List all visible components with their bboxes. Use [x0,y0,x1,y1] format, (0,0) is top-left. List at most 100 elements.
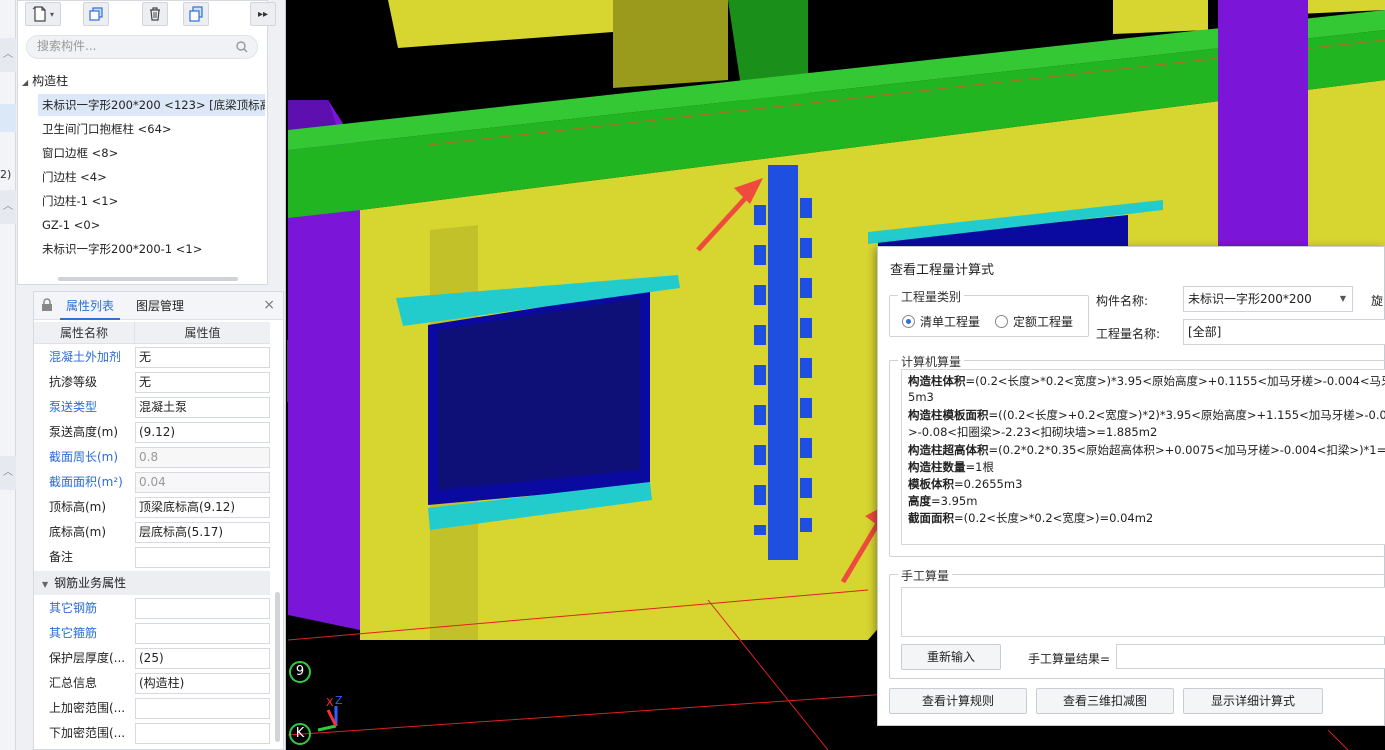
column-header-value: 属性值 [184,326,221,340]
new-component-button[interactable]: ▾ [25,2,61,26]
property-name: 泵送高度(m) [49,425,119,439]
lock-icon[interactable] [41,298,53,312]
property-row: 其它箍筋 [34,621,270,646]
property-tabs: 属性列表 图层管理 × [34,292,283,320]
duplicate-button[interactable] [183,2,209,26]
search-box [26,35,258,59]
property-name: 其它箍筋 [49,626,98,640]
copy-button[interactable] [83,2,109,26]
column-header-name: 属性名称 [34,322,135,344]
component-name-label: 构件名称: [1096,294,1149,308]
calc-line: 模板体积=0.2655m3 [908,477,1023,491]
property-name: 混凝土外加剂 [49,350,122,364]
axis-number-k: K [289,723,311,745]
calc-line: 构造柱数量=1根 [908,460,994,474]
property-value[interactable] [135,547,270,568]
tab-layer-management[interactable]: 图层管理 [130,292,190,320]
property-name: 抗渗等级 [49,375,98,389]
floor-grid-line-4 [1327,729,1349,750]
property-value[interactable] [135,723,270,744]
property-value[interactable]: 顶梁底标高(9.12) [135,497,270,518]
manual-calc-legend: 手工算量 [898,567,953,584]
property-value[interactable] [135,623,270,644]
property-value[interactable]: 无 [135,347,270,368]
property-value[interactable]: 无 [135,372,270,393]
property-value[interactable] [135,598,270,619]
manual-result-field[interactable] [1116,644,1385,669]
dialog-title: 查看工程量计算式 [890,263,995,278]
tree-item[interactable]: 未标识一字形200*200-1 <1> [38,238,202,260]
manual-calc-input[interactable] [901,587,1385,637]
rail-selected-item[interactable] [0,104,16,132]
calc-formula-box[interactable]: 构造柱体积=(0.2<长度>*0.2<宽度>)*3.95<原始高度>+0.115… [901,369,1385,545]
tree-item[interactable]: 窗口边框 <8> [38,142,118,164]
property-row: 其它钢筋 [34,596,270,621]
upper-wall-block [388,0,613,48]
property-name: 保护层厚度(... [49,651,126,665]
quantity-name-select[interactable]: [全部] [1183,319,1385,345]
tree-item[interactable]: 门边柱 <4> [38,166,107,188]
tree-root-node[interactable]: ◢ 构造柱 [22,72,68,89]
tree-item[interactable]: 门边柱-1 <1> [38,190,118,212]
property-value[interactable]: 混凝土泵 [135,397,270,418]
property-value[interactable]: (构造柱) [135,673,270,694]
calc-line: 构造柱超高体积=(0.2*0.2*0.35<原始超高体积>+0.0075<加马牙… [908,443,1385,457]
property-row: 截面面积(m²) 0.04 [34,470,270,495]
radio-selected-icon[interactable] [902,315,915,328]
tree-item[interactable]: GZ-1 <0> [38,214,100,236]
rail-collapse-up-icon-2[interactable]: ︿ [0,190,16,224]
radio-quota-quantity[interactable]: 定额工程量 [995,313,1073,330]
property-vertical-scrollbar[interactable] [275,592,280,742]
property-row: 抗渗等级 无 [34,370,270,395]
upper-wall-side [613,0,728,88]
tab-property-list[interactable]: 属性列表 [60,292,121,320]
view-3d-deduction-button[interactable]: 查看三维扣减图 [1036,688,1174,714]
calc-line: >-0.08<扣圈梁>-2.23<扣砌块墙>=1.885m2 [908,425,1158,439]
more-toolbar-button[interactable]: ▸▸ [250,2,276,26]
calc-line: 构造柱模板面积=((0.2<长度>+0.2<宽度>)*2)*3.95<原始高度>… [908,408,1385,422]
manual-result-label: 手工算量结果= [1028,652,1111,666]
left-rail: ︿ 2) ︿ ︿ [0,0,16,750]
reenter-button[interactable]: 重新输入 [901,644,1001,670]
property-row: 汇总信息 (构造柱) [34,671,270,696]
search-input[interactable] [37,39,227,53]
property-value[interactable] [135,698,270,719]
trash-icon [150,7,160,21]
property-value[interactable]: (9.12) [135,422,270,443]
property-name: 上加密范围(... [49,701,126,715]
tree-item[interactable]: 卫生间门口抱框柱 <64> [38,118,172,140]
tree-horizontal-scrollbar[interactable] [58,277,238,281]
property-value[interactable]: (25) [135,648,270,669]
delete-button[interactable] [142,2,168,26]
quantity-name-label: 工程量名称: [1096,327,1161,341]
property-panel: 属性列表 图层管理 × 属性名称 属性值 混凝土外加剂 无 抗渗等级 无 泵送类… [33,291,284,750]
show-detailed-formula-button[interactable]: 显示详细计算式 [1183,688,1323,714]
tree-item[interactable]: 未标识一字形200*200 <123> [底梁顶标高 [38,94,265,116]
copy-icon [89,7,103,21]
radio-unselected-icon[interactable] [995,315,1008,328]
property-value[interactable]: 层底标高(5.17) [135,522,270,543]
property-name: 下加密范围(... [49,726,126,740]
property-row: 备注 [34,545,270,570]
rebar-property-group[interactable]: ▼ 钢筋业务属性 [34,571,270,595]
close-icon[interactable]: × [263,297,275,313]
calc-line: 截面面积=(0.2<长度>*0.2<宽度>)=0.04m2 [908,511,1154,525]
rail-collapse-up-icon[interactable]: ︿ [0,38,16,72]
expand-arrow-icon[interactable]: ◢ [22,78,28,87]
radio-list-quantity[interactable]: 清单工程量 [902,313,980,330]
rail-collapse-up-icon-3[interactable]: ︿ [0,456,16,490]
quantity-category-group: 工程量类别 清单工程量 定额工程量 [889,288,1089,337]
component-name-select[interactable]: 未标识一字形200*200 ▼ [1183,286,1353,312]
search-icon[interactable] [235,40,249,54]
expand-arrow-icon[interactable]: ▼ [42,580,48,589]
property-value: 0.04 [135,472,270,493]
view-calc-rules-button[interactable]: 查看计算规则 [889,688,1027,714]
svg-text:X: X [326,696,334,709]
property-row: 下加密范围(... [34,721,270,746]
property-name: 截面周长(m) [49,450,119,464]
property-row: 混凝土外加剂 无 [34,345,270,370]
calc-line: 构造柱体积=(0.2<长度>*0.2<宽度>)*3.95<原始高度>+0.115… [908,374,1385,388]
property-name: 备注 [49,550,74,564]
property-name: 顶标高(m) [49,500,107,514]
component-tree-panel: ▾ ▸▸ ◢ 构造柱 未标识一字形200*200 <123> [底梁顶标高 卫生间… [17,0,276,285]
